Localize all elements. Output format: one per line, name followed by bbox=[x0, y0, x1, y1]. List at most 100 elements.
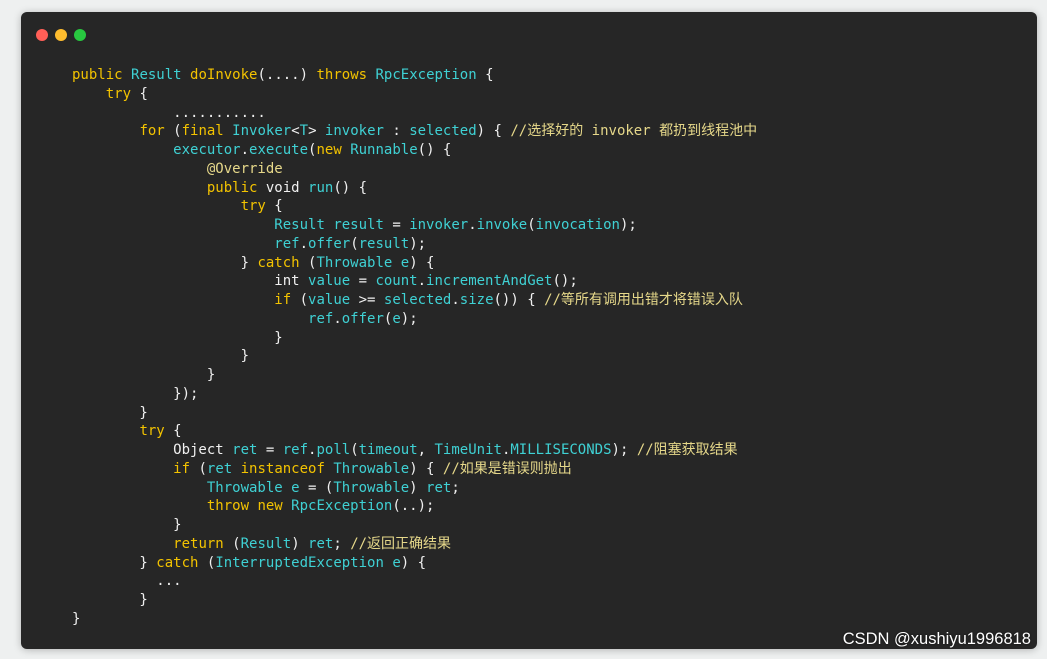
code-token: Result bbox=[131, 67, 191, 83]
code-token: ( bbox=[350, 442, 359, 458]
code-token: ( bbox=[232, 535, 241, 552]
code-token: Invoker bbox=[232, 123, 292, 140]
code-token: invoke bbox=[476, 217, 528, 233]
code-token: ( bbox=[527, 217, 536, 233]
code-token: value bbox=[308, 292, 359, 308]
code-token: new bbox=[257, 498, 292, 515]
code-token: e bbox=[291, 479, 309, 496]
code-token: throw bbox=[206, 498, 258, 515]
code-token: size bbox=[459, 292, 494, 308]
code-line: try { bbox=[72, 85, 757, 104]
code-line: Throwable e = (Throwable) ret; bbox=[72, 479, 757, 498]
code-token: ) { bbox=[409, 254, 435, 271]
code-token: } bbox=[72, 404, 148, 421]
code-token: Runnable bbox=[350, 142, 418, 158]
code-token: catch bbox=[156, 554, 207, 571]
code-token: = bbox=[358, 273, 376, 290]
code-token: . bbox=[451, 292, 460, 308]
code-token: //选择好的 invoker 都扔到线程池中 bbox=[510, 123, 758, 140]
code-token: } bbox=[72, 517, 182, 533]
code-token: { bbox=[485, 67, 494, 83]
code-token: (); bbox=[552, 273, 578, 290]
code-token: Result bbox=[274, 217, 334, 233]
close-dot-icon bbox=[36, 29, 48, 41]
code-token: return bbox=[173, 535, 233, 552]
code-token: ) { bbox=[409, 460, 443, 477]
code-token: } bbox=[72, 254, 258, 271]
code-token: ret bbox=[206, 460, 241, 477]
code-token: e bbox=[392, 310, 401, 327]
code-token: public bbox=[72, 67, 132, 83]
code-token: ; bbox=[451, 479, 460, 496]
code-token: ret bbox=[232, 442, 266, 458]
code-token: > bbox=[308, 123, 325, 140]
code-token: //阻塞获取结果 bbox=[636, 442, 738, 458]
code-token: ref bbox=[274, 235, 300, 252]
code-token: { bbox=[274, 198, 283, 215]
code-token: >= bbox=[358, 292, 384, 308]
code-line: } bbox=[72, 516, 757, 535]
code-line: ref.offer(result); bbox=[72, 235, 757, 254]
code-token: } bbox=[72, 367, 216, 383]
code-token: result bbox=[333, 217, 393, 233]
code-token: ) { bbox=[400, 554, 427, 571]
code-token: Result bbox=[240, 535, 292, 552]
code-token: } bbox=[72, 348, 250, 365]
code-token: (....) bbox=[257, 67, 317, 83]
code-line: Result result = invoker.invoke(invocatio… bbox=[72, 216, 757, 235]
code-token: ); bbox=[400, 310, 418, 327]
code-line: } bbox=[72, 366, 757, 385]
code-token: instanceof bbox=[240, 460, 334, 477]
code-token: (..); bbox=[392, 498, 435, 515]
code-token: } bbox=[72, 329, 283, 346]
code-token: TimeUnit bbox=[434, 442, 502, 458]
code-token: () { bbox=[417, 142, 452, 158]
code-token: ref bbox=[308, 310, 334, 327]
code-token: doInvoke bbox=[190, 67, 258, 83]
code-token: int bbox=[72, 273, 309, 290]
code-line: } bbox=[72, 329, 757, 348]
code-line: } bbox=[72, 591, 757, 610]
code-token: Throwable bbox=[333, 479, 410, 496]
code-token: invoker bbox=[409, 217, 469, 233]
code-line: Object ret = ref.poll(timeout, TimeUnit.… bbox=[72, 441, 757, 460]
code-token: poll bbox=[316, 442, 351, 458]
code-token: new bbox=[316, 142, 351, 158]
code-token: Object bbox=[72, 442, 233, 458]
code-line: ........... bbox=[72, 104, 757, 123]
code-token: if bbox=[173, 460, 199, 477]
code-line: throw new RpcException(..); bbox=[72, 497, 757, 516]
code-token: ........... bbox=[72, 104, 266, 121]
code-token: { bbox=[139, 85, 148, 102]
code-token: result bbox=[358, 235, 410, 252]
code-token: invoker bbox=[324, 123, 393, 140]
code-token: = bbox=[265, 442, 283, 458]
code-token: ( bbox=[350, 235, 359, 252]
code-line: ... bbox=[72, 572, 757, 591]
code-token: ) bbox=[409, 479, 427, 496]
code-line: } catch (Throwable e) { bbox=[72, 254, 757, 273]
code-token: if bbox=[274, 292, 300, 308]
code-line: ref.offer(e); bbox=[72, 310, 757, 329]
code-token: RpcException bbox=[375, 67, 486, 83]
code-token: offer bbox=[308, 235, 351, 252]
code-token: ... bbox=[72, 573, 182, 590]
code-token: e bbox=[392, 554, 401, 571]
code-token: RpcException bbox=[291, 498, 393, 515]
window-controls bbox=[36, 29, 86, 41]
code-token: T bbox=[299, 123, 309, 140]
code-block: public Result doInvoke(....) throws RpcE… bbox=[72, 66, 757, 629]
code-line: }); bbox=[72, 385, 757, 404]
code-token: . bbox=[333, 310, 342, 327]
code-token: execute bbox=[249, 142, 309, 158]
code-token: value bbox=[308, 273, 359, 290]
code-token: ) bbox=[291, 535, 309, 552]
code-token: catch bbox=[257, 254, 309, 271]
code-line: } bbox=[72, 347, 757, 366]
